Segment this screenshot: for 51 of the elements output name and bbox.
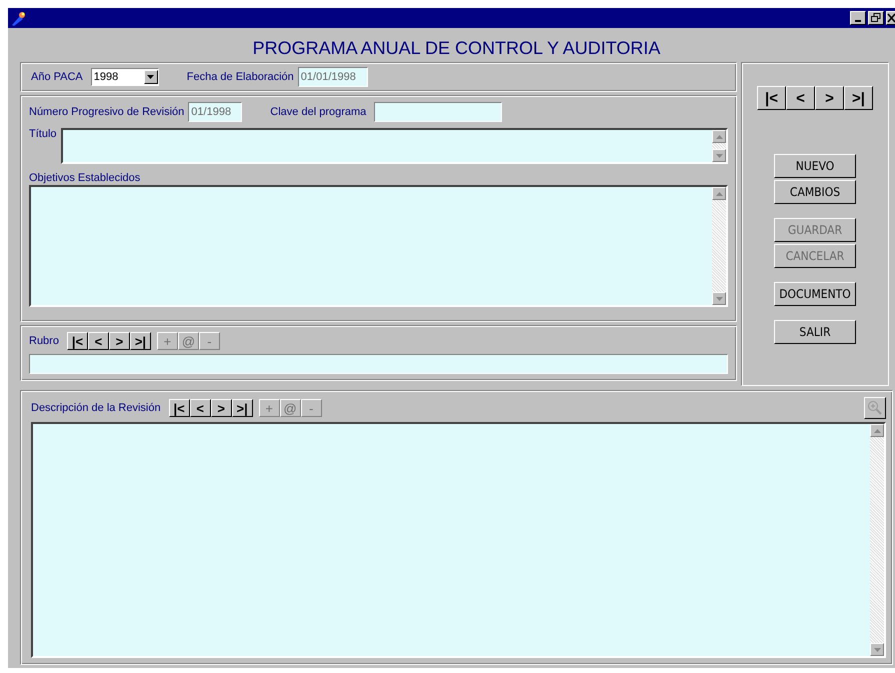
- nav-button[interactable]: >: [108, 332, 130, 350]
- down-arrow-icon: [874, 648, 880, 652]
- restore-button[interactable]: [868, 11, 884, 25]
- record-nav-button[interactable]: >: [815, 86, 844, 110]
- scrollbar[interactable]: [870, 424, 884, 656]
- title-label: Título: [29, 128, 57, 140]
- up-arrow-icon: [716, 192, 722, 196]
- record-nav-button[interactable]: <: [786, 86, 815, 110]
- nav-button[interactable]: >|: [130, 332, 151, 350]
- nav-button[interactable]: <: [88, 332, 109, 350]
- magnifier-icon: [867, 400, 883, 416]
- scrollbar[interactable]: [712, 187, 726, 305]
- description-label: Descripción de la Revisión: [31, 402, 161, 414]
- restore-icon: [870, 13, 882, 23]
- year-label: Año PACA: [31, 71, 83, 83]
- objectives-label: Objetivos Establecidos: [29, 172, 142, 184]
- close-icon: [887, 13, 895, 23]
- close-button[interactable]: [886, 11, 895, 25]
- up-arrow-icon: [716, 134, 722, 138]
- year-dropdown[interactable]: 1998: [90, 68, 159, 86]
- up-arrow-icon: [874, 428, 880, 432]
- minimize-icon: [855, 20, 861, 22]
- nav-button[interactable]: |<: [66, 332, 88, 350]
- torch-icon: [10, 10, 28, 26]
- rubro-field[interactable]: [29, 354, 728, 374]
- date-label: Fecha de Elaboración: [186, 71, 294, 83]
- action-button[interactable]: DOCUMENTO: [774, 282, 856, 306]
- nav-button[interactable]: |<: [168, 399, 190, 417]
- objectives-field[interactable]: [29, 185, 728, 307]
- minimize-button[interactable]: [850, 11, 866, 25]
- title-field[interactable]: [60, 128, 728, 164]
- record-nav-button[interactable]: |<: [757, 86, 786, 110]
- rubro-label: Rubro: [29, 335, 59, 347]
- down-arrow-icon: [716, 154, 722, 158]
- program-key-label: Clave del programa: [270, 106, 366, 118]
- nav-button[interactable]: >|: [232, 399, 253, 417]
- dropdown-button[interactable]: [144, 70, 158, 84]
- nav-button[interactable]: <: [190, 399, 211, 417]
- form-heading: PROGRAMA ANUAL DE CONTROL Y AUDITORIA: [252, 37, 662, 60]
- action-button[interactable]: NUEVO: [774, 154, 856, 178]
- down-arrow-icon: [716, 296, 722, 300]
- zoom-button[interactable]: [864, 397, 886, 419]
- action-button[interactable]: CAMBIOS: [774, 180, 856, 204]
- nav-button[interactable]: >: [210, 399, 232, 417]
- record-nav-button[interactable]: >|: [844, 86, 873, 110]
- caret-icon: [147, 75, 154, 79]
- description-field[interactable]: [31, 422, 886, 658]
- scrollbar[interactable]: [712, 130, 726, 162]
- revision-number-label: Número Progresivo de Revisión: [29, 106, 184, 118]
- action-button[interactable]: SALIR: [774, 320, 856, 344]
- program-key-field[interactable]: [374, 102, 502, 122]
